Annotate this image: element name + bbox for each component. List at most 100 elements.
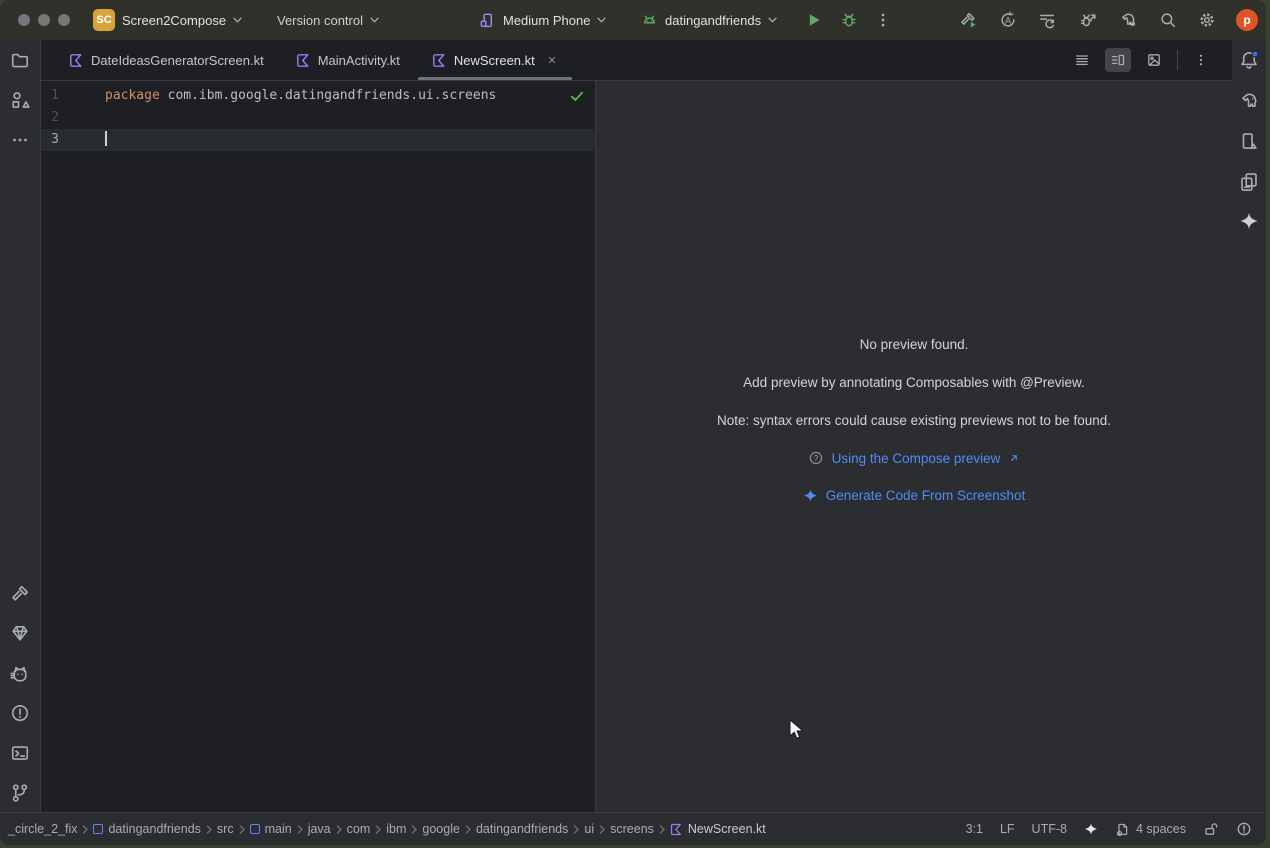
project-folder-icon [10,50,30,70]
breadcrumb-item[interactable]: com [347,822,371,836]
running-devices-icon [1239,171,1259,191]
right-tool-strip [1231,40,1266,812]
build-run-button[interactable] [959,11,977,29]
logcat-tool-button[interactable] [10,664,30,684]
close-tab-icon[interactable] [546,54,558,66]
debug-icon [840,11,858,29]
gradle-tool-button[interactable] [1239,91,1259,111]
project-tool-button[interactable] [10,50,30,70]
chevron-right-icon [411,825,417,834]
project-badge: SC [93,9,115,31]
run-icon [804,11,822,29]
settings-button[interactable] [1198,11,1216,29]
split-view-button[interactable] [1105,48,1131,72]
notifications-button[interactable] [1239,50,1259,70]
more-tool-windows-button[interactable] [10,130,30,150]
status-bar: _circle_2_fix datingandfriends src main … [0,812,1266,845]
package-keyword: package [105,88,160,103]
breadcrumb-item[interactable]: google [422,822,460,836]
code-editor[interactable]: 1 package com.ibm.google.datingandfriend… [41,81,595,812]
preview-more-button[interactable] [1188,48,1214,72]
logcat-cat-icon [10,664,30,684]
device-manager-button[interactable] [1239,131,1259,151]
breadcrumb-item[interactable]: _circle_2_fix [8,822,77,836]
chevron-down-icon [370,17,379,23]
close-window-button[interactable] [18,14,30,26]
inspections-ok-icon[interactable] [569,88,585,104]
problems-icon [10,703,30,723]
version-control-widget[interactable]: Version control [277,0,379,40]
chevron-right-icon [239,825,245,834]
breadcrumb-item[interactable]: datingandfriends [93,822,200,836]
user-avatar[interactable]: p [1236,9,1258,31]
line-number[interactable]: 2 [41,107,59,129]
apply-changes-icon: A [999,11,1017,29]
kotlin-file-icon [296,53,311,68]
breadcrumb-item[interactable]: ui [584,822,594,836]
settings-gear-icon [1198,11,1216,29]
generate-code-from-screenshot-link[interactable]: Generate Code From Screenshot [596,488,1232,503]
app-quality-insights-button[interactable] [10,623,30,643]
problems-tool-button[interactable] [10,703,30,723]
inspections-circle-icon [1236,821,1252,837]
external-link-icon [1008,452,1020,464]
line-separator-widget[interactable]: LF [1000,822,1015,836]
breadcrumb-item-file[interactable]: NewScreen.kt [670,822,766,836]
debug-button[interactable] [840,11,858,29]
avatar-initial: p [1243,13,1250,27]
inspections-widget[interactable] [1236,821,1252,837]
compose-preview-docs-link[interactable]: ? Using the Compose preview [596,450,1232,466]
code-line-1[interactable]: 1 package com.ibm.google.datingandfriend… [41,85,595,107]
design-view-icon [1146,52,1162,68]
breadcrumb-item[interactable]: screens [610,822,654,836]
run-configuration-selector[interactable]: datingandfriends [641,0,777,40]
gradle-sync-icon [1119,11,1137,29]
structure-tool-button[interactable] [10,90,30,110]
tab-newscreen[interactable]: NewScreen.kt [416,40,574,80]
kotlin-file-icon [670,823,683,836]
window-controls [18,14,70,26]
code-view-button[interactable] [1069,48,1095,72]
build-tool-button[interactable] [10,584,30,604]
module-icon [93,824,103,834]
gradle-elephant-icon [1239,91,1259,111]
attach-debugger-button[interactable] [1079,11,1097,29]
search-everywhere-button[interactable] [1159,11,1177,29]
lock-open-icon [1203,821,1219,837]
running-devices-button[interactable] [1239,171,1259,191]
more-run-options-button[interactable] [874,11,892,29]
tab-label: NewScreen.kt [454,53,535,68]
run-button[interactable] [804,11,822,29]
indent-icon [1115,822,1130,837]
chevron-right-icon [465,825,471,834]
gradle-sync-button[interactable] [1119,11,1137,29]
apply-changes-button[interactable]: A [999,11,1017,29]
git-tool-button[interactable] [10,783,30,803]
terminal-tool-button[interactable] [10,743,30,763]
gemini-button[interactable] [1239,211,1259,231]
zoom-window-button[interactable] [58,14,70,26]
line-number[interactable]: 1 [41,85,59,107]
tab-mainactivity[interactable]: MainActivity.kt [280,40,416,80]
device-selector[interactable]: Medium Phone [479,0,606,40]
breadcrumb-item[interactable]: main [250,822,292,836]
breadcrumb-item[interactable]: src [217,822,234,836]
apply-code-changes-button[interactable] [1038,11,1056,29]
code-line-3-current[interactable]: 3 [41,129,595,151]
ai-assistant-widget[interactable] [1084,822,1098,836]
run-configuration-label: datingandfriends [665,13,761,28]
minimize-window-button[interactable] [38,14,50,26]
breadcrumb-item[interactable]: ibm [386,822,406,836]
breadcrumb-item[interactable]: datingandfriends [476,822,568,836]
design-view-button[interactable] [1141,48,1167,72]
cursor-position-widget[interactable]: 3:1 [966,822,983,836]
tab-dateideasgeneratorscreen[interactable]: DateIdeasGeneratorScreen.kt [53,40,280,80]
chevron-right-icon [82,825,88,834]
project-widget[interactable]: SC Screen2Compose [93,0,242,40]
code-line-2[interactable]: 2 [41,107,595,129]
readonly-toggle[interactable] [1203,821,1219,837]
line-number[interactable]: 3 [41,129,59,151]
breadcrumb-item[interactable]: java [308,822,331,836]
encoding-widget[interactable]: UTF-8 [1032,822,1067,836]
indent-widget[interactable]: 4 spaces [1115,822,1186,837]
